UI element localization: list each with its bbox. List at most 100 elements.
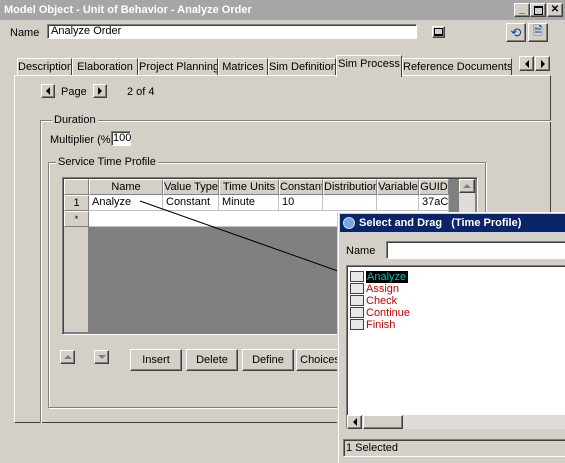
tab-matrices-label: Matrices [222, 61, 264, 73]
window-titlebar: Model Object - Unit of Behavior - Analyz… [0, 0, 565, 20]
move-up-button[interactable] [60, 350, 75, 364]
name-label: Name [10, 27, 40, 39]
service-time-group-label: Service Time Profile [56, 156, 158, 168]
dialog-status-bar: 1 Selected [343, 439, 565, 457]
maximize-button[interactable] [530, 3, 546, 17]
list-item-continue[interactable]: Continue [350, 306, 410, 319]
tab-right-icon [540, 59, 545, 68]
move-down-icon [97, 355, 106, 359]
dialog-scroll-thumb[interactable] [363, 415, 403, 429]
grid-col-name[interactable]: Name [89, 179, 163, 195]
select-drag-dialog: Select and Drag (Time Profile) Name 1 Se… [338, 212, 565, 463]
tab-sim-definition-label: Sim Definition [269, 61, 336, 73]
grid-col-value-type[interactable]: Value Type [163, 179, 219, 195]
table-cell-constant[interactable]: 10 [279, 195, 323, 211]
minimize-button[interactable]: _ [514, 3, 530, 17]
delete-button[interactable]: Delete [186, 349, 238, 371]
col-constant-label: Constant [280, 181, 323, 193]
tab-matrices[interactable]: Matrices [218, 58, 268, 75]
list-item-label: Analyze [366, 271, 409, 283]
tab-reference-documents[interactable]: Reference Documents [402, 58, 512, 75]
page-label: Page [61, 86, 87, 98]
tab-sim-process-label: Sim Process [338, 58, 400, 70]
grid-col-constant[interactable]: Constant [279, 179, 323, 195]
list-item-label: Assign [366, 283, 400, 295]
dialog-name-field[interactable] [386, 241, 565, 259]
list-item-finish[interactable]: Finish [350, 318, 395, 331]
page-next-button[interactable] [93, 84, 107, 98]
page-prev-icon [46, 87, 50, 95]
multiplier-field[interactable]: 100 [111, 131, 131, 146]
dialog-scroll-left-icon [352, 418, 357, 426]
table-cell-distribution[interactable] [323, 195, 377, 211]
name-field[interactable]: Analyze Order [47, 24, 417, 39]
grid-col-distribution[interactable]: Distribution [323, 179, 377, 195]
tab-left-icon [524, 59, 529, 68]
dialog-titlebar: Select and Drag (Time Profile) [340, 214, 565, 232]
col-time-units-label: Time Units [222, 181, 276, 193]
time-profile-icon [350, 318, 364, 330]
table-cell-name[interactable]: Analyze [89, 195, 163, 211]
col-guid-label: GUID [420, 181, 448, 193]
tab-description-label: Description [18, 61, 72, 73]
table-cell-value-type[interactable]: Constant [163, 195, 219, 211]
grid-new-row-header[interactable]: * [64, 211, 89, 227]
cell-value: Constant [166, 196, 211, 208]
tab-description[interactable]: Description [17, 58, 72, 75]
list-item-analyze[interactable]: Analyze [350, 270, 409, 283]
window-title: Model Object - Unit of Behavior - Analyz… [4, 4, 252, 16]
list-item-label: Check [366, 295, 398, 307]
time-profile-icon [350, 270, 364, 282]
choices-button[interactable]: Choices [296, 349, 344, 371]
grid-col-guid[interactable]: GUID [419, 179, 449, 195]
tab-scroll-right-button[interactable] [535, 56, 550, 71]
grid-col-time-units[interactable]: Time Units [219, 179, 279, 195]
dialog-name-label: Name [346, 245, 376, 257]
delete-button-label: Delete [196, 354, 228, 366]
tab-scroll-left-button[interactable] [519, 56, 534, 71]
grid-col-variable[interactable]: Variable [377, 179, 419, 195]
choices-button-label: Choices [300, 354, 340, 366]
time-profile-icon [350, 282, 364, 294]
tab-reference-documents-label: Reference Documents [403, 61, 512, 73]
history-icon: ⟲ [510, 24, 522, 40]
dialog-scroll-left-button[interactable] [347, 415, 362, 429]
list-item-check[interactable]: Check [350, 294, 398, 307]
name-browse-button[interactable] [432, 26, 445, 38]
row-number: 1 [73, 197, 80, 209]
tab-project-planning-label: Project Planning [139, 61, 218, 73]
multiplier-label: Multiplier (%) [50, 134, 115, 146]
define-button[interactable]: Define [242, 349, 294, 371]
grid-corner [64, 179, 89, 195]
tab-elaboration[interactable]: Elaboration [72, 58, 138, 75]
dialog-hscrollbar[interactable] [347, 415, 565, 429]
define-button-label: Define [252, 354, 284, 366]
grid-row-header[interactable]: 1 [64, 195, 89, 211]
grid-scroll-up-button[interactable] [459, 179, 475, 193]
table-cell-variable[interactable] [377, 195, 419, 211]
tab-sim-definition[interactable]: Sim Definition [268, 58, 336, 75]
dialog-app-icon [343, 217, 355, 229]
properties-icon: 🗎 [533, 24, 543, 38]
col-variable-label: Variable [378, 181, 418, 193]
col-value-type-label: Value Type [164, 181, 219, 193]
close-button[interactable]: ✕ [547, 3, 563, 17]
cell-value: Minute [222, 196, 256, 208]
table-cell-guid[interactable]: 37aC [419, 195, 449, 211]
tab-sim-process[interactable]: Sim Process [336, 55, 402, 77]
grid-row-header-strip [64, 227, 89, 332]
tab-project-planning[interactable]: Project Planning [138, 58, 218, 75]
cell-value: 10 [282, 196, 295, 208]
table-cell-time-units[interactable]: Minute [219, 195, 279, 211]
dialog-status-text: 1 Selected [346, 442, 398, 454]
duration-group-label: Duration [52, 114, 98, 126]
properties-button[interactable]: 🗎 [528, 23, 548, 42]
move-down-button[interactable] [94, 350, 109, 364]
time-profile-icon [350, 306, 364, 318]
list-item-assign[interactable]: Assign [350, 282, 400, 295]
page-prev-button[interactable] [41, 84, 55, 98]
close-icon: ✕ [550, 4, 560, 15]
insert-button[interactable]: Insert [130, 349, 182, 371]
history-button[interactable]: ⟲ [506, 23, 526, 42]
col-name-label: Name [111, 181, 141, 193]
